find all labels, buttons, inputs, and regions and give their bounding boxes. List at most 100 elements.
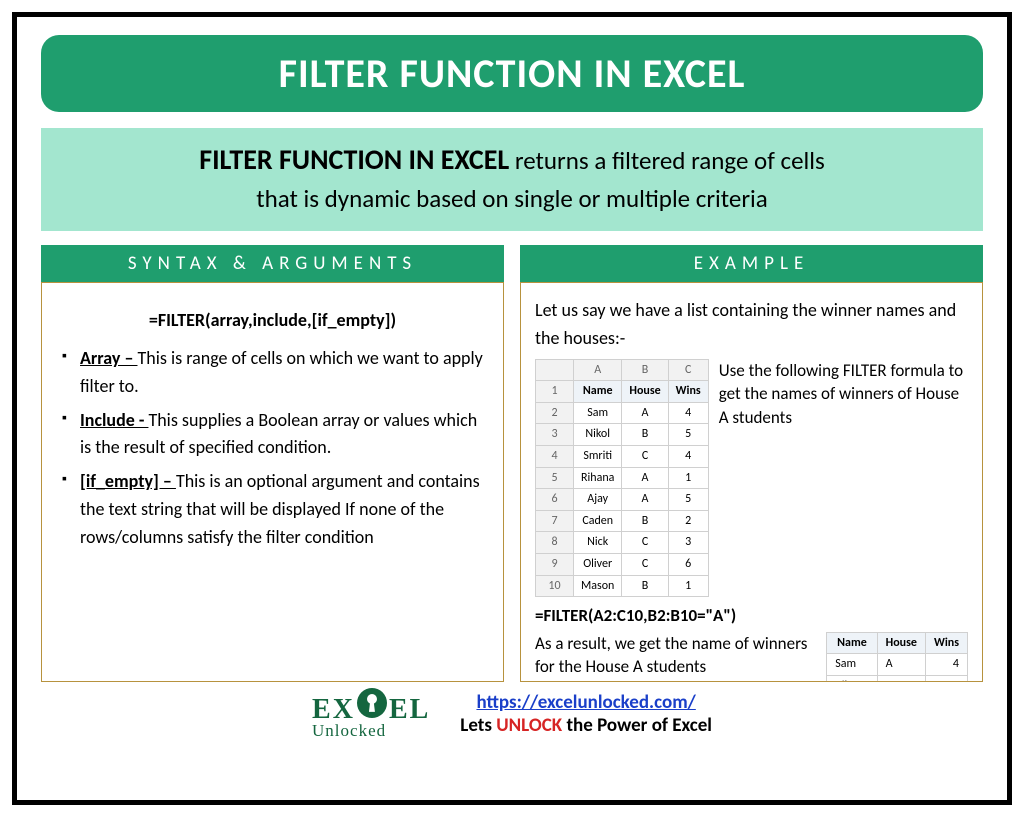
col-header: Name <box>574 381 622 403</box>
row-num: 6 <box>536 489 574 511</box>
cell: 1 <box>668 575 708 597</box>
table-row: SamA4 <box>827 654 968 676</box>
cell: A <box>877 675 925 682</box>
result-col-header: Wins <box>925 632 967 654</box>
cell: 2 <box>668 510 708 532</box>
row-num: 4 <box>536 446 574 468</box>
example-intro: Let us say we have a list containing the… <box>535 297 968 353</box>
arg-name: [if_empty] – <box>80 470 176 492</box>
example-row-2: As a result, we get the name of winners … <box>535 632 968 682</box>
syntax-header: SYNTAX & ARGUMENTS <box>41 245 504 282</box>
result-col-header: House <box>877 632 925 654</box>
example-result-text: As a result, we get the name of winners … <box>535 632 816 680</box>
footer-text: https://excelunlocked.com/ Lets UNLOCK t… <box>460 691 712 737</box>
table-row: 3NikolB5 <box>536 424 709 446</box>
table-row: 2SamA4 <box>536 402 709 424</box>
example-column: EXAMPLE Let us say we have a list contai… <box>520 245 983 682</box>
arg-name: Array – <box>80 347 138 369</box>
syntax-formula: =FILTER(array,include,[if_empty]) <box>56 307 489 335</box>
result-col-header: Name <box>827 632 877 654</box>
logo-text-top: EXEL <box>312 688 430 724</box>
syntax-body: =FILTER(array,include,[if_empty]) Array … <box>41 282 504 682</box>
arg-include: Include - This supplies a Boolean array … <box>62 407 489 463</box>
row-num: 2 <box>536 402 574 424</box>
cell: Caden <box>574 510 622 532</box>
example-row-1: A B C 1 Name House Wins 2SamA43NikolB54S… <box>535 359 968 598</box>
sheet-header-row: 1 Name House Wins <box>536 381 709 403</box>
columns: SYNTAX & ARGUMENTS =FILTER(array,include… <box>41 245 983 682</box>
cell: A <box>622 402 668 424</box>
cell: Sam <box>827 654 877 676</box>
example-formula: =FILTER(A2:C10,B2:B10="A") <box>535 603 968 629</box>
footer-link[interactable]: https://excelunlocked.com/ <box>476 691 695 714</box>
cell: 5 <box>668 489 708 511</box>
cell: 4 <box>668 446 708 468</box>
table-row: 9OliverC6 <box>536 553 709 575</box>
cell: C <box>622 446 668 468</box>
row-num: 7 <box>536 510 574 532</box>
table-row: 6AjayA5 <box>536 489 709 511</box>
description-box: FILTER FUNCTION IN EXCEL returns a filte… <box>41 128 983 231</box>
example-header: EXAMPLE <box>520 245 983 282</box>
result-sheet: Name House Wins SamA4RihanaA1AjayA5 <box>826 632 968 682</box>
cell: 5 <box>668 424 708 446</box>
argument-list: Array – This is range of cells on which … <box>56 345 489 552</box>
arg-text: This is range of cells on which we want … <box>80 347 483 397</box>
cell: Rihana <box>574 467 622 489</box>
description-text-2: that is dynamic based on single or multi… <box>256 183 768 214</box>
row-num: 1 <box>536 381 574 403</box>
cell: Smriti <box>574 446 622 468</box>
cell: Mason <box>574 575 622 597</box>
example-body: Let us say we have a list containing the… <box>520 282 983 682</box>
table-row: 10MasonB1 <box>536 575 709 597</box>
cell: Ajay <box>574 489 622 511</box>
footer: EXEL Unlocked https://excelunlocked.com/… <box>41 688 983 740</box>
result-header-row: Name House Wins <box>827 632 968 654</box>
corner-cell <box>536 359 574 381</box>
cell: 1 <box>925 675 967 682</box>
example-instruction: Use the following FILTER formula to get … <box>719 359 968 430</box>
table-row: 5RihanaA1 <box>536 467 709 489</box>
tagline-2: the Power of Excel <box>562 714 712 737</box>
arg-if-empty: [if_empty] – This is an optional argumen… <box>62 468 489 552</box>
cell: Oliver <box>574 553 622 575</box>
cell: Nick <box>574 532 622 554</box>
logo-text-bottom: Unlocked <box>312 723 430 739</box>
syntax-column: SYNTAX & ARGUMENTS =FILTER(array,include… <box>41 245 504 682</box>
tagline-unlock: UNLOCK <box>496 714 562 737</box>
arg-array: Array – This is range of cells on which … <box>62 345 489 401</box>
cell: A <box>622 467 668 489</box>
row-num: 10 <box>536 575 574 597</box>
cell: Sam <box>574 402 622 424</box>
cell: A <box>877 654 925 676</box>
row-num: 9 <box>536 553 574 575</box>
row-num: 3 <box>536 424 574 446</box>
row-num: 8 <box>536 532 574 554</box>
cell: 4 <box>925 654 967 676</box>
cell: C <box>622 532 668 554</box>
cell: A <box>622 489 668 511</box>
infographic-frame: FILTER FUNCTION IN EXCEL FILTER FUNCTION… <box>12 12 1012 805</box>
cell: Nikol <box>574 424 622 446</box>
table-row: 4SmritiC4 <box>536 446 709 468</box>
arg-name: Include - <box>80 409 148 431</box>
brand-logo: EXEL Unlocked <box>312 688 430 740</box>
cell: B <box>622 575 668 597</box>
cell: B <box>622 510 668 532</box>
cell: C <box>622 553 668 575</box>
description-text-1: returns a filtered range of cells <box>509 145 825 176</box>
cell: B <box>622 424 668 446</box>
col-letter: A <box>574 359 622 381</box>
cell: 4 <box>668 402 708 424</box>
cell: Rihana <box>827 675 877 682</box>
keyhole-icon <box>357 688 387 718</box>
col-header: Wins <box>668 381 708 403</box>
page-title: FILTER FUNCTION IN EXCEL <box>41 35 983 112</box>
description-bold: FILTER FUNCTION IN EXCEL <box>199 142 509 177</box>
sheet-col-letters: A B C <box>536 359 709 381</box>
cell: 1 <box>668 467 708 489</box>
table-row: 7CadenB2 <box>536 510 709 532</box>
table-row: RihanaA1 <box>827 675 968 682</box>
col-header: House <box>622 381 668 403</box>
col-letter: C <box>668 359 708 381</box>
